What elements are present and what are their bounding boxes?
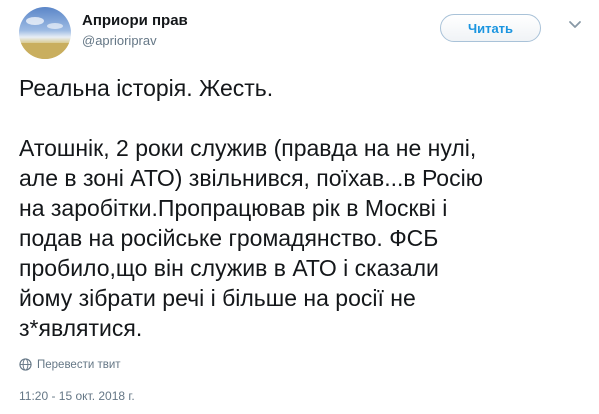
follow-button[interactable]: Читать bbox=[440, 14, 541, 42]
translate-link[interactable]: Перевести твит bbox=[19, 358, 121, 371]
author-handle[interactable]: @aprioriprav bbox=[82, 33, 157, 48]
tweet-text: Реальна історія. Жесть. Атошнік, 2 роки … bbox=[19, 75, 483, 341]
avatar-image bbox=[19, 17, 71, 59]
tweet-timestamp[interactable]: 11:20 - 15 окт. 2018 г. bbox=[19, 389, 135, 403]
avatar[interactable] bbox=[19, 7, 71, 59]
author-name[interactable]: Априори прав bbox=[82, 12, 188, 29]
translate-label: Перевести твит bbox=[37, 358, 121, 371]
globe-icon bbox=[19, 358, 32, 371]
chevron-down-icon[interactable] bbox=[566, 16, 584, 34]
